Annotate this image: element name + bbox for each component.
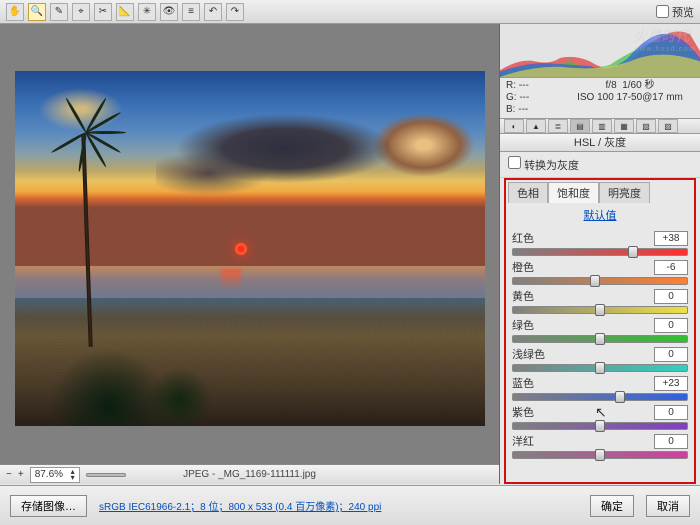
panel-detail-icon[interactable]: ≣ bbox=[548, 119, 568, 133]
panel-curve-icon[interactable]: ▲ bbox=[526, 119, 546, 133]
slider-value-green[interactable]: 0 bbox=[654, 318, 688, 333]
zoom-plus-icon[interactable]: + bbox=[18, 469, 24, 480]
filename-label: JPEG - _MG_1169-111111.jpg bbox=[183, 469, 316, 480]
slider-label-blue: 蓝色 bbox=[512, 375, 534, 391]
slider-track-blue[interactable] bbox=[512, 393, 688, 401]
slider-row-green: 绿色 0 bbox=[512, 317, 688, 343]
slider-track-green[interactable] bbox=[512, 335, 688, 343]
grayscale-checkbox[interactable] bbox=[508, 156, 521, 169]
grayscale-row: 转换为灰度 bbox=[500, 152, 700, 178]
tool-zoom-icon[interactable]: 🔍 bbox=[28, 3, 46, 21]
slider-label-red: 红色 bbox=[512, 230, 534, 246]
canvas-area: − + 87.6% ▴▾ JPEG - _MG_1169-111111.jpg bbox=[0, 24, 500, 484]
slider-value-blue[interactable]: +23 bbox=[654, 376, 688, 391]
slider-value-aqua[interactable]: 0 bbox=[654, 347, 688, 362]
tool-adjust-icon[interactable]: ≡ bbox=[182, 3, 200, 21]
slider-row-purple: 紫色 0 bbox=[512, 404, 688, 430]
slider-value-purple[interactable]: 0 bbox=[654, 405, 688, 420]
panel-camera-icon[interactable]: ▨ bbox=[658, 119, 678, 133]
ok-button[interactable]: 确定 bbox=[590, 495, 634, 517]
preview-checkbox[interactable] bbox=[656, 5, 669, 18]
slider-row-yellow: 黄色 0 bbox=[512, 288, 688, 314]
slider-label-purple: 紫色 bbox=[512, 404, 534, 420]
chevron-updown-icon: ▴▾ bbox=[71, 469, 75, 481]
slider-track-magenta[interactable] bbox=[512, 451, 688, 459]
tab-saturation[interactable]: 饱和度 bbox=[548, 182, 599, 203]
slider-label-orange: 橙色 bbox=[512, 259, 534, 275]
zoom-dropdown[interactable]: 87.6% ▴▾ bbox=[30, 467, 80, 483]
grayscale-toggle[interactable]: 转换为灰度 bbox=[508, 160, 579, 172]
panel-hsl-icon[interactable]: ▤ bbox=[570, 119, 590, 133]
slider-thumb-red[interactable] bbox=[628, 246, 638, 258]
zoom-value: 87.6% bbox=[35, 468, 63, 482]
slider-row-red: 红色 +38 bbox=[512, 230, 688, 256]
tool-crop-icon[interactable]: ✂ bbox=[94, 3, 112, 21]
defaults-link[interactable]: 默认值 bbox=[508, 203, 692, 227]
cancel-button[interactable]: 取消 bbox=[646, 495, 690, 517]
slider-thumb-green[interactable] bbox=[595, 333, 605, 345]
slider-row-blue: 蓝色 +23 bbox=[512, 375, 688, 401]
hsl-saturation-panel: 色相 饱和度 明亮度 默认值 红色 +38 橙色 -6 黄色 0 绿色 0 bbox=[504, 178, 696, 484]
slider-value-magenta[interactable]: 0 bbox=[654, 434, 688, 449]
slider-thumb-purple[interactable] bbox=[595, 420, 605, 432]
slider-thumb-magenta[interactable] bbox=[595, 449, 605, 461]
histogram[interactable]: 火星时代www.hxsd.com bbox=[500, 24, 700, 78]
grayscale-label: 转换为灰度 bbox=[524, 160, 579, 172]
slider-thumb-aqua[interactable] bbox=[595, 362, 605, 374]
tool-eyedropper-icon[interactable]: ✎ bbox=[50, 3, 68, 21]
tool-straighten-icon[interactable]: 📐 bbox=[116, 3, 134, 21]
slider-track-aqua[interactable] bbox=[512, 364, 688, 372]
image-preview[interactable] bbox=[15, 71, 485, 426]
slider-label-green: 绿色 bbox=[512, 317, 534, 333]
panel-tab-strip: ◐ ▲ ≣ ▤ ▥ ▦ ▧ ▨ bbox=[500, 119, 700, 134]
slider-label-magenta: 洋红 bbox=[512, 433, 534, 449]
slider-row-magenta: 洋红 0 bbox=[512, 433, 688, 459]
tool-rotate-cw-icon[interactable]: ↷ bbox=[226, 3, 244, 21]
tool-sampler-icon[interactable]: ⌖ bbox=[72, 3, 90, 21]
slider-thumb-blue[interactable] bbox=[615, 391, 625, 403]
tool-rotate-ccw-icon[interactable]: ↶ bbox=[204, 3, 222, 21]
slider-value-yellow[interactable]: 0 bbox=[654, 289, 688, 304]
info-readout: R: --- G: --- B: --- f/8 1/60 秒 ISO 100 … bbox=[500, 78, 700, 119]
footer-bar: 存储图像… sRGB IEC61966-2.1；8 位；800 x 533 (0… bbox=[0, 485, 700, 525]
tool-spot-icon[interactable]: ✳ bbox=[138, 3, 156, 21]
slider-value-red[interactable]: +38 bbox=[654, 231, 688, 246]
slider-track-orange[interactable] bbox=[512, 277, 688, 285]
panel-fx-icon[interactable]: ▧ bbox=[636, 119, 656, 133]
preview-toggle[interactable]: 预览 bbox=[656, 4, 694, 20]
tool-hand-icon[interactable]: ✋ bbox=[6, 3, 24, 21]
side-panel: 火星时代www.hxsd.com R: --- G: --- B: --- f/… bbox=[500, 24, 700, 484]
slider-track-yellow[interactable] bbox=[512, 306, 688, 314]
slider-label-aqua: 浅绿色 bbox=[512, 346, 545, 362]
panel-title: HSL / 灰度 bbox=[500, 134, 700, 152]
slider-value-orange[interactable]: -6 bbox=[654, 260, 688, 275]
panel-split-icon[interactable]: ▥ bbox=[592, 119, 612, 133]
slider-track-red[interactable] bbox=[512, 248, 688, 256]
slider-thumb-orange[interactable] bbox=[590, 275, 600, 287]
slider-row-orange: 橙色 -6 bbox=[512, 259, 688, 285]
slider-label-yellow: 黄色 bbox=[512, 288, 534, 304]
tab-luminance[interactable]: 明亮度 bbox=[599, 182, 650, 203]
tab-hue[interactable]: 色相 bbox=[508, 182, 548, 203]
zoom-slider[interactable] bbox=[86, 473, 126, 477]
tool-redeye-icon[interactable]: 👁 bbox=[160, 3, 178, 21]
top-toolbar: ✋ 🔍 ✎ ⌖ ✂ 📐 ✳ 👁 ≡ ↶ ↷ 预览 bbox=[0, 0, 700, 24]
zoom-minus-icon[interactable]: − bbox=[6, 469, 12, 480]
slider-row-aqua: 浅绿色 0 bbox=[512, 346, 688, 372]
panel-basic-icon[interactable]: ◐ bbox=[504, 119, 524, 133]
preview-label: 预览 bbox=[672, 4, 694, 20]
slider-track-purple[interactable] bbox=[512, 422, 688, 430]
image-info-link[interactable]: sRGB IEC61966-2.1；8 位；800 x 533 (0.4 百万像… bbox=[99, 498, 381, 513]
canvas-footer: − + 87.6% ▴▾ JPEG - _MG_1169-111111.jpg bbox=[0, 464, 499, 484]
save-image-button[interactable]: 存储图像… bbox=[10, 495, 87, 517]
panel-lens-icon[interactable]: ▦ bbox=[614, 119, 634, 133]
slider-thumb-yellow[interactable] bbox=[595, 304, 605, 316]
